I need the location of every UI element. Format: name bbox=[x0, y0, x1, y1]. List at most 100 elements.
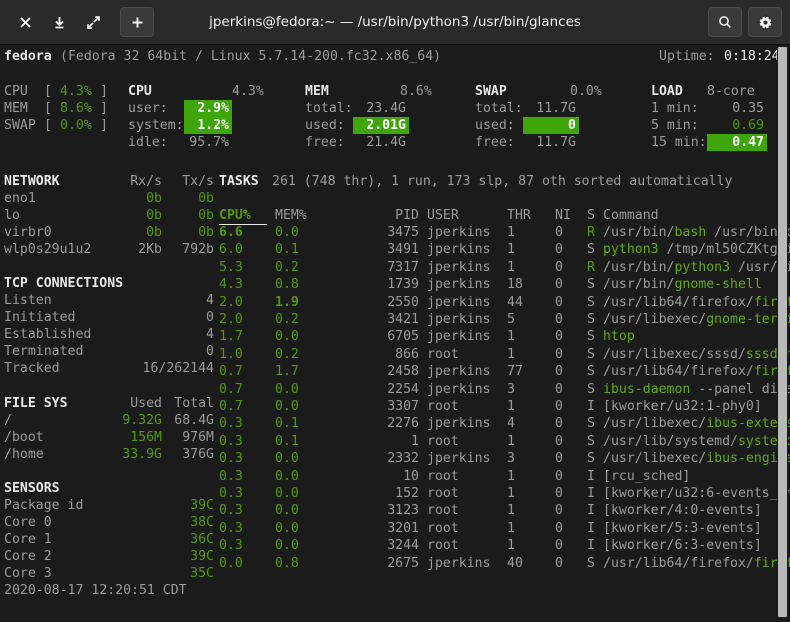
tcp-label-tracked: Tracked bbox=[4, 361, 60, 376]
process-ni: 0 bbox=[555, 346, 563, 362]
process-command: /usr/libexec/gnome-terminal bbox=[603, 312, 790, 327]
process-command: htop bbox=[603, 329, 635, 345]
network-iface-eno1: eno1 bbox=[4, 191, 36, 206]
process-cpu: 5.3 bbox=[219, 259, 243, 275]
process-ni: 0 bbox=[555, 312, 563, 327]
process-cpu: 0.3 bbox=[219, 468, 243, 484]
process-user: root bbox=[427, 433, 459, 449]
process-command: /usr/lib64/firefox/firefox bbox=[603, 294, 790, 310]
process-thr: 1 bbox=[507, 468, 515, 484]
process-mem: 0.0 bbox=[275, 538, 299, 554]
system-description: (Fedora 32 64bit / Linux 5.7.14-200.fc32… bbox=[60, 49, 442, 64]
process-user: jperkins bbox=[427, 259, 491, 275]
tcp-label-terminated: Terminated bbox=[4, 344, 84, 359]
process-state: S bbox=[587, 364, 595, 380]
process-mem: 0.0 bbox=[275, 329, 299, 345]
quicklook-value-mem: 8.6% bbox=[60, 101, 92, 116]
terminal-scrollbar[interactable] bbox=[777, 45, 788, 622]
quicklook-label-cpu: CPU bbox=[4, 84, 28, 99]
process-pid: 6705 bbox=[387, 329, 419, 345]
process-mem: 0.0 bbox=[275, 451, 299, 467]
filesys-title: FILE SYS bbox=[4, 396, 68, 411]
process-header-command[interactable]: Command bbox=[603, 207, 659, 224]
quicklook-bracket-swap-open: [ bbox=[44, 118, 52, 133]
quicklook-bracket-mem-close: ] bbox=[100, 101, 108, 116]
process-cpu: 2.0 bbox=[219, 312, 243, 327]
process-header-thr[interactable]: THR bbox=[507, 207, 531, 224]
mem-title: MEM bbox=[305, 84, 329, 99]
process-ni: 0 bbox=[555, 416, 563, 432]
minimize-icon[interactable] bbox=[42, 7, 76, 37]
process-state: S bbox=[587, 242, 595, 258]
process-state: I bbox=[587, 503, 595, 519]
process-ni: 0 bbox=[555, 242, 563, 258]
new-tab-icon[interactable] bbox=[120, 7, 154, 37]
process-command: [kworker/6:3-events] bbox=[603, 538, 762, 554]
mem-row-label-used: used: bbox=[305, 118, 345, 133]
process-header-mem[interactable]: MEM% bbox=[275, 207, 323, 224]
maximize-icon[interactable] bbox=[76, 7, 110, 37]
process-ni: 0 bbox=[555, 364, 563, 380]
scrollbar-thumb[interactable] bbox=[778, 47, 787, 617]
cpu-row-value-system: 1.2% bbox=[184, 117, 232, 135]
sensors-value-package-id: 39C bbox=[190, 498, 214, 513]
sensors-label-package-id: Package id bbox=[4, 498, 84, 513]
process-header-cpu[interactable]: CPU% bbox=[219, 207, 267, 226]
network-tx-eno1: 0b bbox=[198, 191, 214, 206]
process-pid: 7317 bbox=[387, 259, 419, 275]
process-mem: 0.1 bbox=[275, 416, 299, 432]
process-pid: 866 bbox=[395, 346, 419, 362]
settings-gear-icon[interactable] bbox=[748, 7, 782, 37]
process-state: S bbox=[587, 433, 595, 449]
process-pid: 3123 bbox=[387, 503, 419, 519]
filesys-col-total: Total bbox=[174, 396, 214, 411]
search-icon[interactable] bbox=[708, 7, 742, 37]
filesys-mount-boot: /boot bbox=[4, 430, 44, 445]
quicklook-bracket-cpu-open: [ bbox=[44, 84, 52, 99]
process-state: I bbox=[587, 468, 595, 484]
network-rx-lo: 0b bbox=[146, 208, 162, 223]
network-iface-virbr0: virbr0 bbox=[4, 225, 52, 240]
process-cpu: 0.3 bbox=[219, 520, 243, 536]
process-command: [rcu_sched] bbox=[603, 468, 691, 484]
process-header-user[interactable]: USER bbox=[427, 207, 459, 224]
cpu-row-value-user: 2.9% bbox=[184, 100, 232, 118]
process-thr: 1 bbox=[507, 538, 515, 554]
process-mem: 0.0 bbox=[275, 399, 299, 414]
swap-row-label-free: free: bbox=[475, 135, 515, 150]
process-ni: 0 bbox=[555, 503, 563, 519]
process-cpu: 0.3 bbox=[219, 416, 243, 432]
process-header-pid[interactable]: PID bbox=[339, 207, 419, 224]
network-tx-wlp0s29u1u2: 792b bbox=[182, 242, 214, 257]
sensors-title: SENSORS bbox=[4, 481, 60, 496]
process-pid: 152 bbox=[395, 486, 419, 501]
process-ni: 0 bbox=[555, 555, 563, 571]
process-user: root bbox=[427, 399, 459, 414]
sensors-label-core-3: Core 3 bbox=[4, 566, 52, 581]
process-mem: 0.1 bbox=[275, 433, 299, 449]
process-state: S bbox=[587, 277, 595, 293]
process-mem: 0.0 bbox=[275, 381, 299, 397]
process-state: S bbox=[587, 329, 595, 345]
process-pid: 2550 bbox=[387, 294, 419, 310]
process-header-s[interactable]: S bbox=[587, 207, 595, 224]
process-mem: 0.0 bbox=[275, 503, 299, 519]
process-user: root bbox=[427, 468, 459, 484]
filesys-mount-root: / bbox=[4, 413, 12, 428]
process-ni: 0 bbox=[555, 225, 563, 240]
mem-row-label-free: free: bbox=[305, 135, 345, 150]
process-cpu: 0.3 bbox=[219, 451, 243, 467]
process-pid: 2254 bbox=[387, 381, 419, 397]
close-icon[interactable] bbox=[8, 7, 42, 37]
process-header-ni[interactable]: NI bbox=[555, 207, 571, 224]
process-pid: 1 bbox=[411, 433, 419, 449]
process-mem: 1.9 bbox=[275, 294, 299, 310]
swap-row-label-total: total: bbox=[475, 101, 523, 116]
network-tx-lo: 0b bbox=[198, 208, 214, 223]
process-command: /usr/lib64/firefox/firefox bbox=[603, 364, 790, 380]
load-row-value-1min: 0.35 bbox=[732, 101, 764, 116]
process-pid: 3201 bbox=[387, 520, 419, 536]
process-command: /usr/libexec/sssd/sssd_nss bbox=[603, 346, 790, 362]
load-row-value-5min: 0.69 bbox=[732, 118, 764, 133]
process-command: /usr/libexec/ibus-engine-si bbox=[603, 451, 790, 467]
